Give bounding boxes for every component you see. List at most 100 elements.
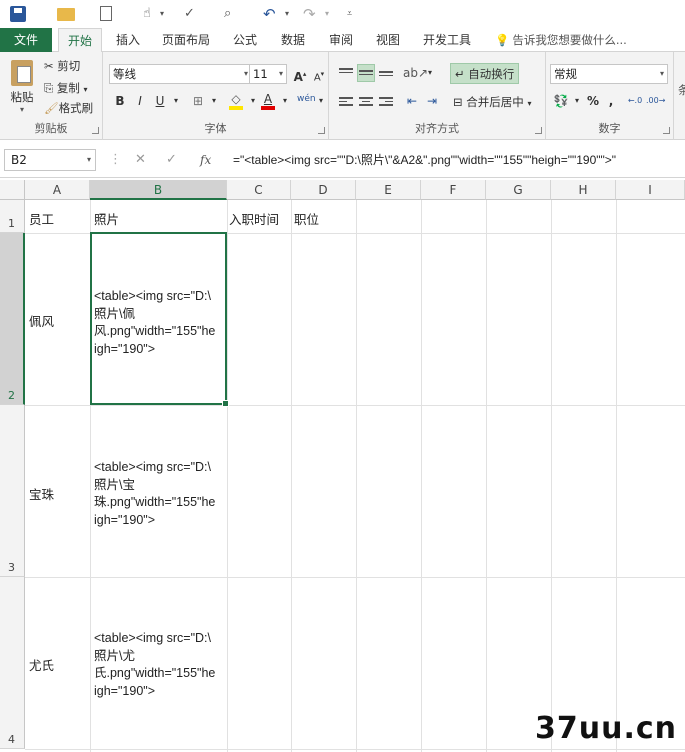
grow-font-button[interactable]: A▴ <box>291 65 309 84</box>
comma-button[interactable]: , <box>602 92 620 110</box>
row-header-3[interactable]: 3 <box>0 405 25 577</box>
column-header-g[interactable]: G <box>486 180 551 200</box>
column-header-a[interactable]: A <box>25 180 90 200</box>
tab-page-layout[interactable]: 页面布局 <box>158 28 214 52</box>
borders-dropdown-icon[interactable]: ▾ <box>205 92 223 110</box>
drag-handle-icon[interactable]: ⋮ <box>109 149 122 171</box>
orientation-icon[interactable]: ab↗ <box>403 64 428 82</box>
insert-function-button[interactable]: fx <box>200 149 211 171</box>
touch-mode-icon[interactable]: ☝ <box>143 5 151 23</box>
save-icon[interactable] <box>10 6 26 22</box>
alignment-launcher-icon[interactable] <box>535 127 542 134</box>
italic-button[interactable]: I <box>131 92 149 110</box>
gridline <box>25 749 685 750</box>
font-name-select[interactable]: 等线 ▾ <box>109 64 252 84</box>
cancel-icon[interactable]: ✕ <box>135 149 146 171</box>
align-left-icon[interactable] <box>337 92 355 110</box>
cell-b1[interactable]: 照片 <box>94 209 119 228</box>
tab-home[interactable]: 开始 <box>58 28 102 53</box>
fill-color-icon[interactable]: ◇ <box>227 90 245 110</box>
font-color-icon[interactable]: A <box>259 90 277 110</box>
cell-b4[interactable]: <table><img src="D:\ 照片\尤 氏.png"width="1… <box>94 630 226 700</box>
row-header-2[interactable]: 2 <box>0 233 25 405</box>
print-preview-icon[interactable]: ⌕ <box>224 5 231 23</box>
column-header-f[interactable]: F <box>421 180 486 200</box>
tab-developer[interactable]: 开发工具 <box>418 28 476 52</box>
cut-button[interactable]: ✂ 剪切 <box>44 58 80 74</box>
font-color-dropdown-icon[interactable]: ▾ <box>276 92 294 110</box>
spelling-icon[interactable]: ✓ <box>184 5 195 23</box>
styles-partial-icon[interactable]: 条 <box>678 82 685 98</box>
number-group: 常规 ▾ 💱 ▾ % , ←.0 .00→ 数字 <box>546 52 674 140</box>
align-right-icon[interactable] <box>377 92 395 110</box>
align-middle-icon[interactable] <box>357 64 375 82</box>
cell-d1[interactable]: 职位 <box>294 209 319 228</box>
name-box[interactable]: B2 ▾ <box>4 149 96 171</box>
clipboard-launcher-icon[interactable] <box>92 127 99 134</box>
chevron-down-icon: ▾ <box>86 155 91 164</box>
column-header-h[interactable]: H <box>551 180 616 200</box>
merge-center-button[interactable]: ⊟ 合并后居中 ▾ <box>453 94 531 110</box>
cell-c1[interactable]: 入职时间 <box>229 209 279 228</box>
number-format-select[interactable]: 常规 ▾ <box>550 64 668 84</box>
align-top-icon[interactable] <box>337 64 355 82</box>
enter-icon[interactable]: ✓ <box>166 149 177 171</box>
clipboard-label: 剪贴板 <box>34 122 68 135</box>
orientation-dropdown-icon[interactable]: ▾ <box>421 64 439 82</box>
bold-button[interactable]: B <box>111 92 129 110</box>
row-header-4[interactable]: 4 <box>0 577 25 749</box>
tab-file[interactable]: 文件 <box>0 28 52 52</box>
phonetic-dropdown-icon[interactable]: ▾ <box>312 92 330 110</box>
font-size-select[interactable]: 11 ▾ <box>249 64 287 84</box>
decrease-decimal-icon[interactable]: .00→ <box>646 92 665 110</box>
active-cell-selection[interactable] <box>90 232 229 407</box>
column-header-d[interactable]: D <box>291 180 356 200</box>
tell-me-search[interactable]: 💡 告诉我您想要做什么... <box>495 28 627 52</box>
customize-qat-icon[interactable]: ⩡ <box>347 5 352 23</box>
wrap-text-button[interactable]: ↵ 自动换行 <box>450 63 520 84</box>
paste-button[interactable]: 粘贴 ▾ <box>6 60 38 114</box>
scissors-icon: ✂ <box>44 59 54 73</box>
tab-view[interactable]: 视图 <box>368 28 408 52</box>
formula-input[interactable]: ="<table><img src=""D:\照片\"&A2&".png""wi… <box>233 149 685 171</box>
increase-decimal-icon[interactable]: ←.0 <box>626 92 644 110</box>
format-painter-button[interactable]: 🖌格式刷 <box>44 100 93 116</box>
increase-indent-icon[interactable]: ⇥ <box>423 92 441 110</box>
tab-data[interactable]: 数据 <box>273 28 313 52</box>
tab-formulas[interactable]: 公式 <box>225 28 265 52</box>
tab-insert[interactable]: 插入 <box>108 28 148 52</box>
select-all-corner[interactable] <box>0 180 25 200</box>
clipboard-group: 粘贴 ▾ ✂ 剪切 ⎘ 复制 ▾ 🖌格式刷 剪贴板 <box>0 52 103 140</box>
redo-icon[interactable]: ↷ <box>303 5 316 23</box>
number-launcher-icon[interactable] <box>663 127 670 134</box>
column-header-e[interactable]: E <box>356 180 421 200</box>
formula-bar: B2 ▾ ⋮ ✕ ✓ fx ="<table><img src=""D:\照片\"… <box>0 140 685 178</box>
new-document-icon[interactable] <box>100 6 112 21</box>
align-bottom-icon[interactable] <box>377 64 395 82</box>
alignment-label: 对齐方式 <box>415 122 459 135</box>
column-header-c[interactable]: C <box>227 180 291 200</box>
cell-a1[interactable]: 员工 <box>29 209 54 228</box>
cell-a2[interactable]: 佩风 <box>29 311 54 330</box>
tab-review[interactable]: 审阅 <box>321 28 361 52</box>
column-header-i[interactable]: I <box>616 180 685 200</box>
redo-dropdown-icon[interactable]: ▾ <box>325 5 329 23</box>
row-header-1[interactable]: 1 <box>0 200 25 233</box>
copy-dropdown-icon: ▾ <box>83 85 88 94</box>
cell-a3[interactable]: 宝珠 <box>29 484 54 503</box>
shrink-font-button[interactable]: A▾ <box>310 65 328 83</box>
lightbulb-icon: 💡 <box>495 33 510 47</box>
percent-button[interactable]: % <box>584 92 602 110</box>
copy-button[interactable]: ⎘ 复制 ▾ <box>44 80 88 96</box>
touch-mode-dropdown-icon[interactable]: ▾ <box>160 5 164 23</box>
column-header-b[interactable]: B <box>90 180 227 200</box>
font-launcher-icon[interactable] <box>318 127 325 134</box>
undo-dropdown-icon[interactable]: ▾ <box>285 5 289 23</box>
decrease-indent-icon[interactable]: ⇤ <box>403 92 421 110</box>
underline-dropdown-icon[interactable]: ▾ <box>167 92 185 110</box>
open-folder-icon[interactable] <box>57 8 75 21</box>
undo-icon[interactable]: ↶ <box>263 5 276 23</box>
align-center-icon[interactable] <box>357 92 375 110</box>
cell-a4[interactable]: 尤氏 <box>29 655 54 674</box>
cell-b3[interactable]: <table><img src="D:\ 照片\宝 珠.png"width="1… <box>94 459 226 529</box>
